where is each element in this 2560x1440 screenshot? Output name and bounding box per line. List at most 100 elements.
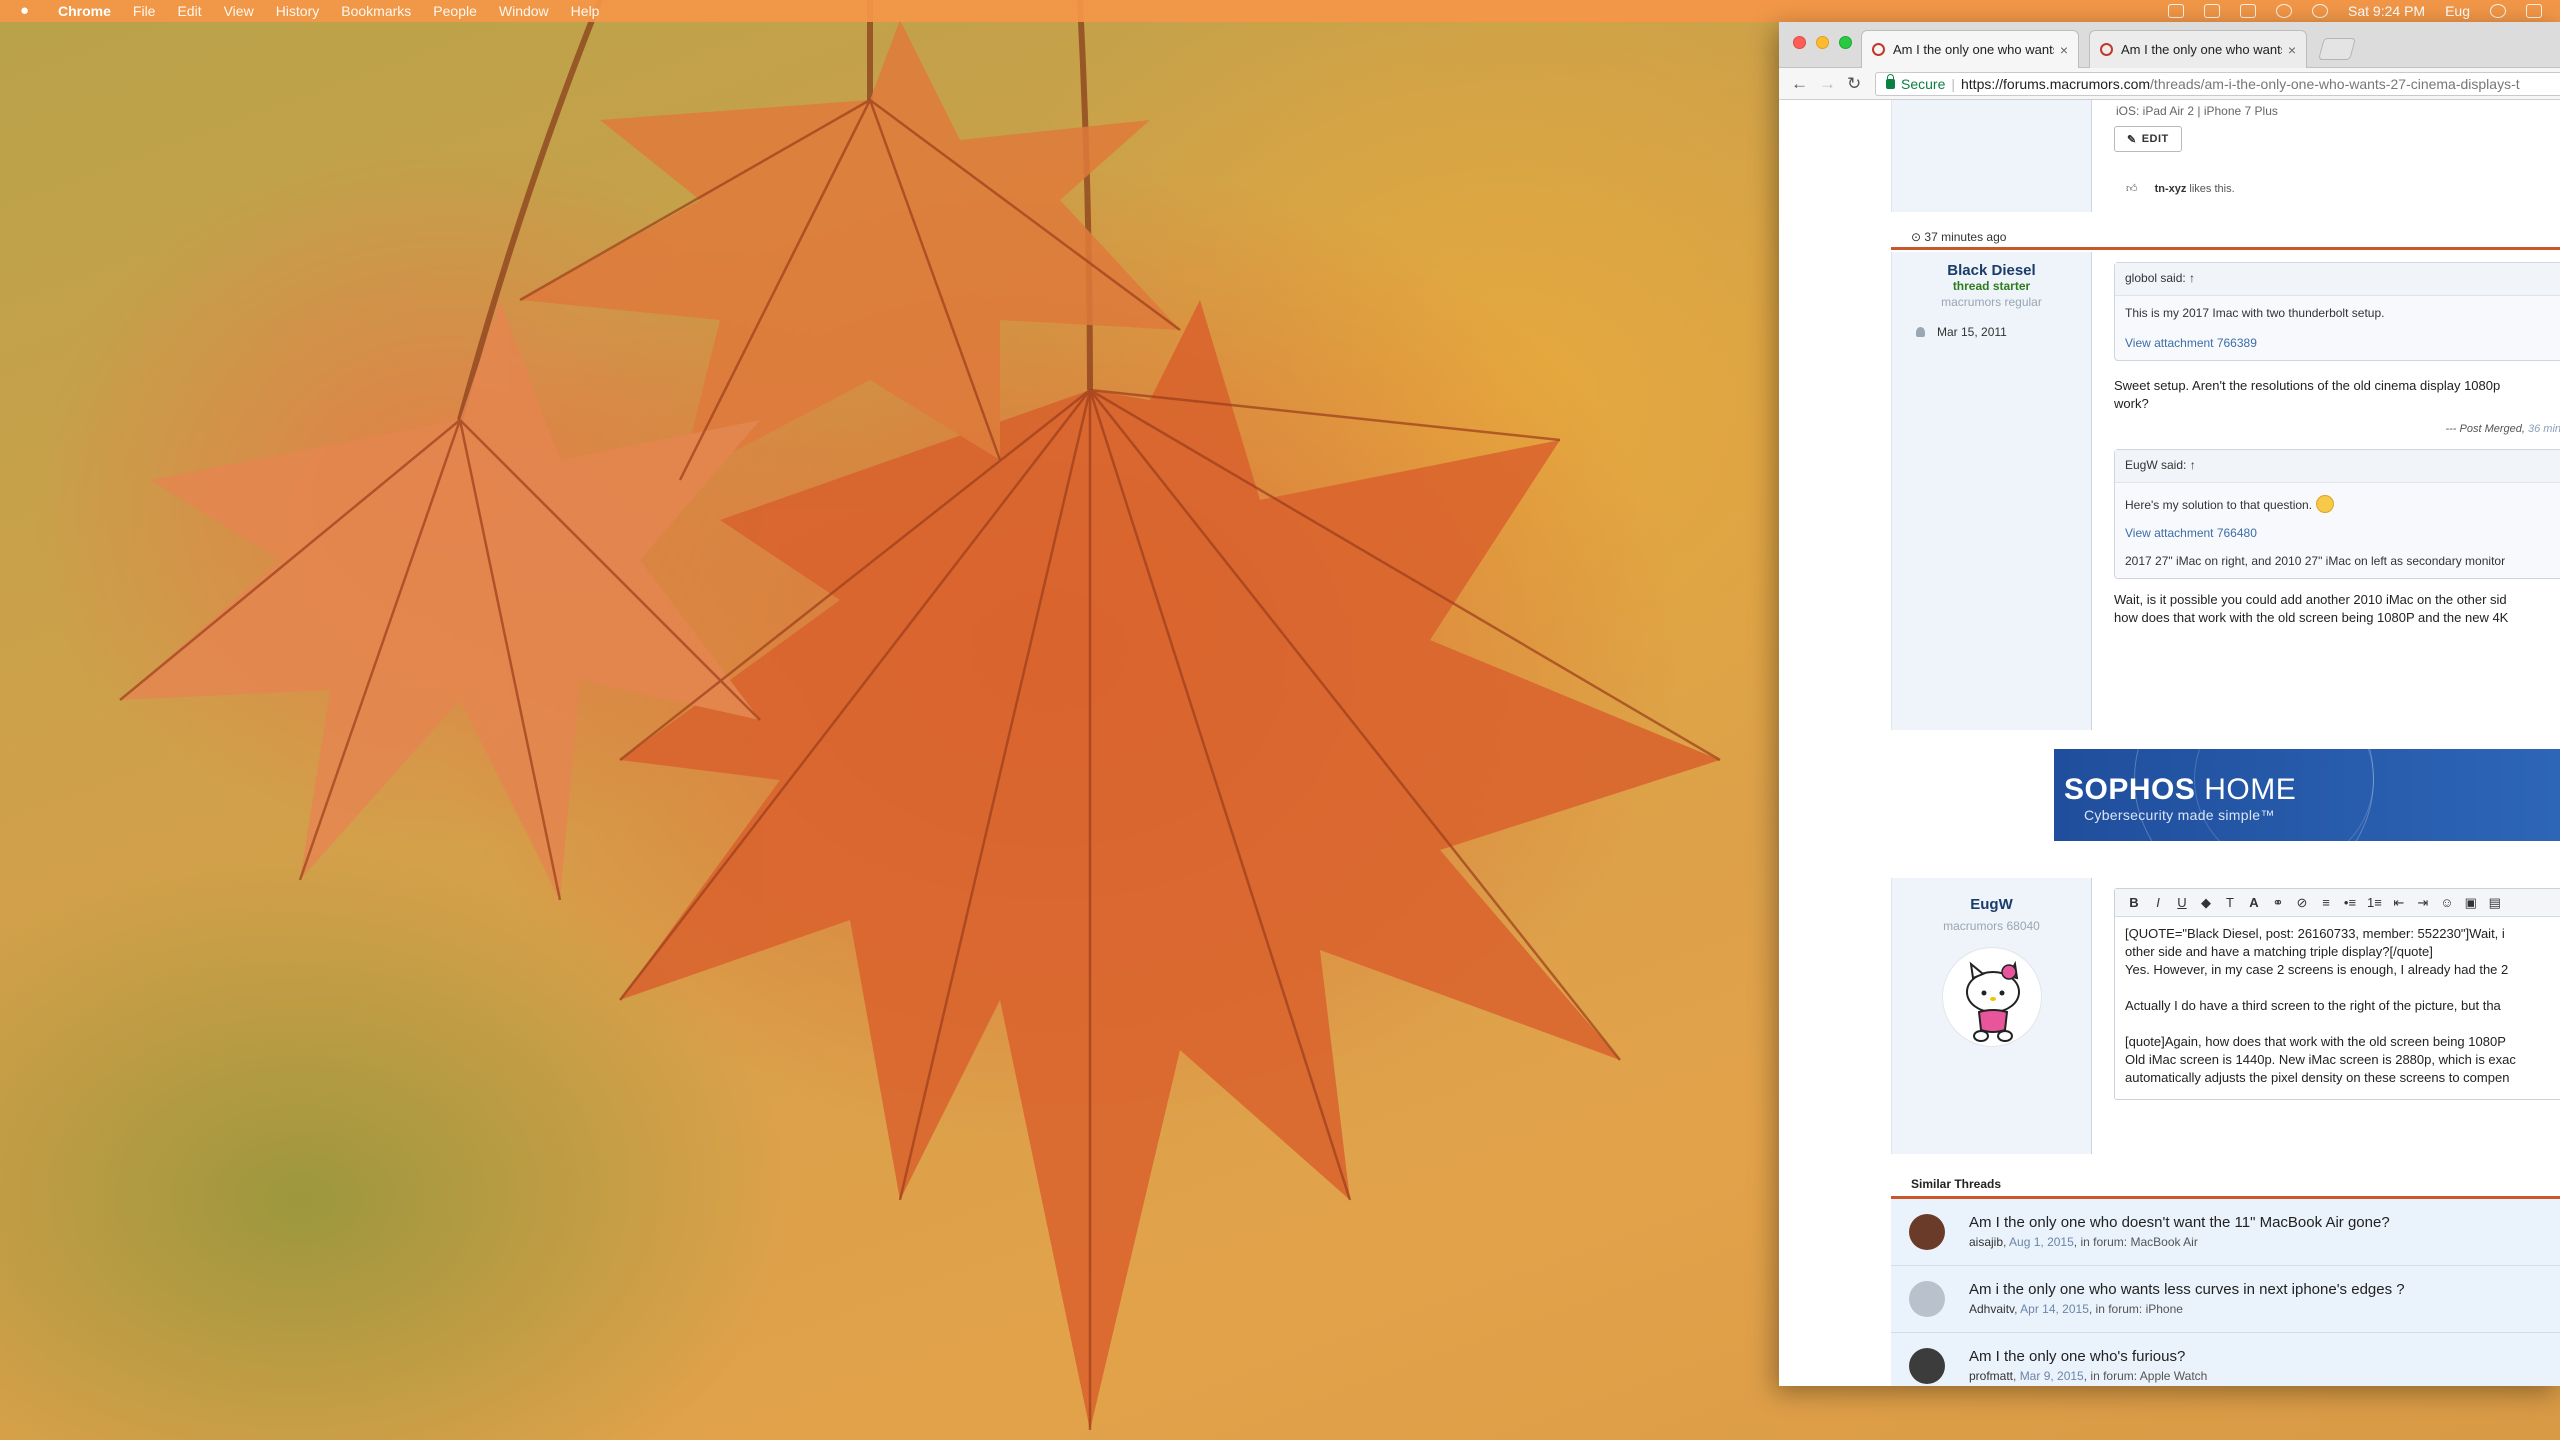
attachment-link[interactable]: View attachment 766480 — [2125, 524, 2560, 542]
quote-text-wrap: Here's my solution to that question. — [2125, 495, 2560, 514]
quote-eugw: EugW said: ↑ Here's my solution to that … — [2114, 449, 2560, 579]
reply-author[interactable]: EugW — [1892, 896, 2091, 913]
list-item[interactable]: Am I the only one who doesn't want the 1… — [1891, 1199, 2560, 1266]
user-name[interactable]: Eug — [2445, 3, 2470, 19]
tab-title: Am I the only one who wants 2 — [2121, 42, 2282, 57]
link-icon[interactable]: ⚭ — [2271, 895, 2285, 911]
apple-menu-icon[interactable]: ● — [20, 3, 34, 19]
thread-author-link[interactable]: profmatt — [1969, 1369, 2013, 1383]
reply-user-panel: EugW macrumors 68040 — [1892, 878, 2092, 1154]
reply-user-rank: macrumors 68040 — [1943, 919, 2040, 933]
post-author[interactable]: Black Diesel — [1892, 262, 2091, 279]
edit-button[interactable]: ✎ EDIT — [2114, 126, 2182, 152]
list-item[interactable]: Am I the only one who's furious? profmat… — [1891, 1333, 2560, 1386]
thread-title-link[interactable]: Am I the only one who doesn't want the 1… — [1969, 1214, 2390, 1231]
menu-file[interactable]: File — [133, 3, 156, 19]
font-size-icon[interactable]: T — [2223, 895, 2237, 910]
tab-close-icon[interactable]: × — [2288, 42, 2296, 58]
person-icon — [1916, 327, 1925, 337]
post-timestamp[interactable]: 37 minutes ago — [1924, 230, 2006, 244]
indent-icon[interactable]: ⇥ — [2416, 895, 2430, 911]
back-arrow-icon[interactable]: ← — [1791, 74, 1811, 94]
post-text: Sweet setup. Aren't the resolutions of t… — [2114, 377, 2560, 413]
outdent-icon[interactable]: ⇤ — [2392, 895, 2406, 911]
forum-page: iOS: iPad Air 2 | iPhone 7 Plus ✎ EDIT 👍… — [1779, 100, 2560, 1386]
notification-center-icon[interactable] — [2526, 4, 2542, 18]
align-icon[interactable]: ≡ — [2319, 895, 2333, 910]
avatar[interactable] — [1909, 1214, 1945, 1250]
thread-author-link[interactable]: aisajib — [1969, 1235, 2003, 1249]
thread-meta: profmatt, Mar 9, 2015, in forum: Apple W… — [1969, 1369, 2208, 1383]
smilie-icon[interactable]: ☺ — [2440, 895, 2454, 910]
attachment-link[interactable]: View attachment 766389 — [2125, 334, 2560, 352]
clock[interactable]: Sat 9:24 PM — [2348, 3, 2425, 19]
bluetooth-status-icon[interactable] — [2204, 4, 2221, 18]
avatar[interactable] — [1941, 947, 2042, 1047]
thumbs-up-icon: 👍︎ — [2126, 183, 2138, 195]
ad-tagline: Cybersecurity made simple™ — [2084, 807, 2275, 823]
spotlight-search-icon[interactable] — [2490, 4, 2506, 18]
thread-forum-link[interactable]: in forum: Apple Watch — [2090, 1369, 2207, 1383]
post-text-line: work? — [2114, 396, 2149, 411]
shield-status-icon[interactable] — [2168, 4, 2185, 18]
thread-forum-link[interactable]: in forum: iPhone — [2096, 1302, 2183, 1316]
menu-view[interactable]: View — [224, 3, 254, 19]
avatar[interactable] — [1909, 1348, 1945, 1384]
bold-icon[interactable]: B — [2127, 895, 2141, 910]
default-avatar-icon[interactable] — [1909, 1281, 1945, 1317]
address-separator: | — [1951, 75, 1955, 92]
thread-forum-link[interactable]: in forum: MacBook Air — [2080, 1235, 2197, 1249]
post-header: ⊙ 37 minutes ago — [1891, 226, 2560, 250]
list-item[interactable]: Am i the only one who wants less curves … — [1891, 1266, 2560, 1333]
thread-author-link[interactable]: Adhvaitv — [1969, 1302, 2014, 1316]
tab-active[interactable]: Am I the only one who wants 2 × — [1861, 30, 2079, 68]
likes-line: 👍︎ tn-xyz likes this. — [2126, 182, 2235, 195]
menu-window[interactable]: Window — [499, 3, 549, 19]
new-tab-button[interactable] — [2318, 38, 2356, 60]
reply-editor[interactable]: B I U ◆ T A ⚭ ⊘ ≡ •≡ 1≡ ⇤ ⇥ ☺ ▣ ▤ [QUOTE… — [2114, 888, 2560, 1100]
volume-status-icon[interactable] — [2276, 4, 2293, 18]
menu-bar: ● Chrome File Edit View History Bookmark… — [0, 0, 2560, 22]
media-icon[interactable]: ▤ — [2488, 895, 2502, 911]
ad-brand-light: HOME — [2195, 773, 2297, 806]
menu-history[interactable]: History — [276, 3, 320, 19]
tab-second[interactable]: Am I the only one who wants 2 × — [2089, 30, 2307, 68]
airplay-status-icon[interactable] — [2240, 4, 2257, 18]
close-window-button[interactable] — [1793, 36, 1806, 49]
unlink-icon[interactable]: ⊘ — [2295, 895, 2309, 911]
quote-header[interactable]: EugW said: ↑ — [2115, 450, 2560, 483]
smiley-icon — [2316, 495, 2335, 513]
address-bar[interactable]: Secure | https://forums.macrumors.com /t… — [1875, 71, 2560, 96]
reload-icon[interactable]: ↻ — [1847, 74, 1867, 94]
menu-people[interactable]: People — [433, 3, 477, 19]
previous-post-user-panel — [1892, 100, 2092, 212]
sophos-ad-banner[interactable]: SOPHOS HOME Cybersecurity made simple™ — [2054, 749, 2560, 841]
forward-arrow-icon[interactable]: → — [1819, 74, 1839, 94]
menu-app-name[interactable]: Chrome — [58, 3, 111, 19]
menu-bookmarks[interactable]: Bookmarks — [341, 3, 411, 19]
zoom-window-button[interactable] — [1839, 36, 1852, 49]
quote-header[interactable]: globol said: ↑ — [2115, 263, 2560, 296]
minimize-window-button[interactable] — [1816, 36, 1829, 49]
menu-help[interactable]: Help — [571, 3, 600, 19]
italic-icon[interactable]: I — [2151, 895, 2165, 910]
font-family-icon[interactable]: A — [2247, 895, 2261, 910]
underline-icon[interactable]: U — [2175, 895, 2189, 910]
text-color-icon[interactable]: ◆ — [2199, 895, 2213, 911]
menu-edit[interactable]: Edit — [177, 3, 201, 19]
tab-close-icon[interactable]: × — [2060, 42, 2068, 58]
image-icon[interactable]: ▣ — [2464, 895, 2478, 911]
status-area: Sat 9:24 PM Eug — [2168, 0, 2542, 22]
similar-threads-heading: Similar Threads — [1891, 1173, 2560, 1199]
tab-strip: Am I the only one who wants 2 × Am I the… — [1779, 22, 2560, 68]
bullet-list-icon[interactable]: •≡ — [2343, 895, 2357, 910]
editor-text[interactable]: [QUOTE="Black Diesel, post: 26160733, me… — [2115, 917, 2560, 1095]
thread-title-link[interactable]: Am i the only one who wants less curves … — [1969, 1281, 2405, 1298]
wifi-status-icon[interactable] — [2312, 4, 2329, 18]
merged-time: 36 minutes a — [2528, 423, 2560, 435]
thread-meta: aisajib, Aug 1, 2015, in forum: MacBook … — [1969, 1235, 2198, 1249]
likes-user-link[interactable]: tn-xyz — [2155, 183, 2187, 195]
thread-title-link[interactable]: Am I the only one who's furious? — [1969, 1348, 2185, 1365]
numbered-list-icon[interactable]: 1≡ — [2367, 895, 2382, 910]
editor-line: [QUOTE="Black Diesel, post: 26160733, me… — [2125, 926, 2505, 941]
